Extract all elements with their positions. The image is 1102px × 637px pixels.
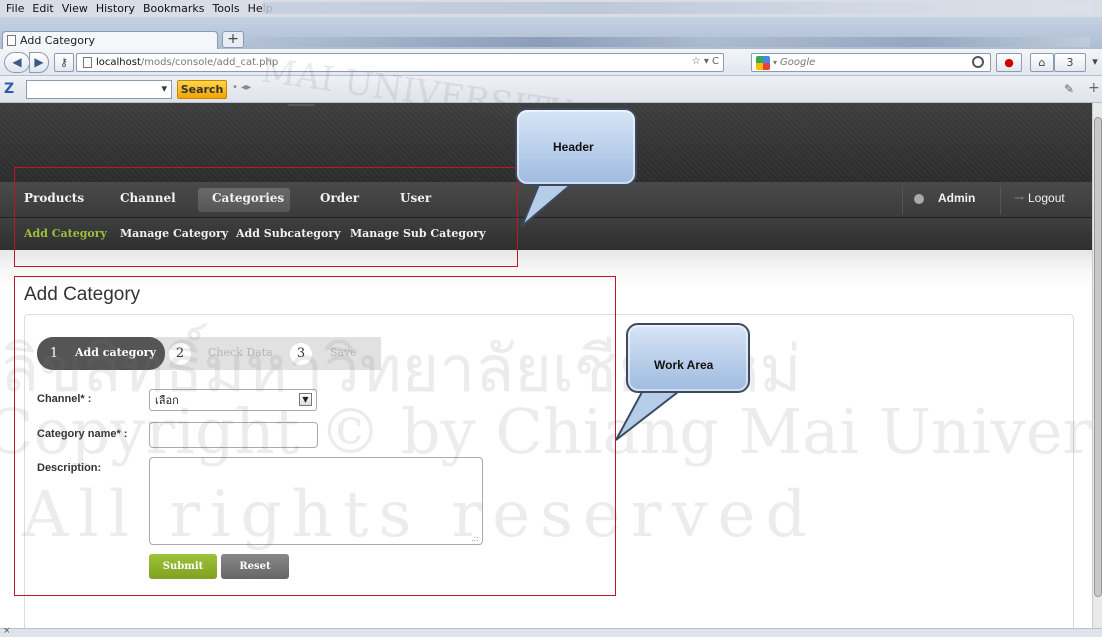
header-annotation-box — [14, 167, 518, 267]
back-button[interactable]: ◀ — [4, 52, 30, 73]
wrench-icon[interactable]: ✎ — [1064, 82, 1074, 96]
title-bar-blur — [262, 2, 1092, 14]
browser-tabbar: Add Category + — [0, 17, 1102, 49]
overflow-chevron-icon[interactable]: ▾ — [1090, 53, 1100, 72]
logout-link[interactable]: Logout — [1028, 191, 1065, 205]
status-bar: × — [0, 626, 1102, 637]
url-path: /mods/console/add_cat.php — [140, 57, 279, 68]
chevron-down-icon: ▾ — [773, 58, 778, 67]
site-icon — [83, 57, 92, 68]
header-logo — [288, 104, 314, 112]
home-icon[interactable]: ⌂ — [1030, 53, 1054, 72]
tab-strip-blur — [250, 37, 1090, 47]
toolbar-search-input[interactable] — [26, 80, 172, 99]
tab-title: Add Category — [20, 34, 96, 47]
search-engine-name: Google — [780, 57, 816, 68]
forward-arrow-icon: ▶ — [34, 55, 44, 69]
logout-arrow-icon: → — [1014, 191, 1025, 205]
back-arrow-icon: ◀ — [12, 55, 22, 69]
admin-user-name[interactable]: Admin — [938, 191, 975, 205]
toolbar-search-button[interactable]: Search — [177, 80, 227, 99]
user-icon — [914, 194, 924, 204]
scrollbar-thumb[interactable] — [1094, 117, 1102, 597]
badge-count: 3 — [1066, 56, 1074, 69]
nav-divider — [902, 186, 903, 214]
addon-icon[interactable]: ● — [996, 53, 1022, 72]
web-search-box[interactable]: ▾ Google — [751, 53, 991, 72]
close-icon[interactable]: × — [3, 626, 11, 636]
menu-history[interactable]: History — [96, 2, 135, 15]
badge-button[interactable]: 3 — [1054, 53, 1086, 72]
browser-tab[interactable]: Add Category — [2, 31, 218, 49]
url-bar[interactable]: localhost/mods/console/add_cat.php ☆ ▾ C — [76, 53, 724, 72]
page-icon — [7, 35, 16, 46]
key-icon[interactable]: ⚷ — [54, 53, 74, 72]
browser-navbar: ◀ ▶ ⚷ localhost/mods/console/add_cat.php… — [0, 49, 1102, 76]
plus-icon[interactable]: + — [1088, 80, 1100, 96]
new-tab-button[interactable]: + — [222, 31, 244, 48]
menu-view[interactable]: View — [62, 2, 88, 15]
google-icon — [756, 55, 770, 70]
browser-menubar: File Edit View History Bookmarks Tools H… — [0, 0, 1102, 17]
menu-edit[interactable]: Edit — [32, 2, 53, 15]
header-callout: Header — [515, 108, 637, 186]
zoom-logo-icon[interactable]: Z — [4, 81, 14, 97]
toolbar-extra-icon[interactable]: • ◂▸ — [232, 82, 251, 93]
menu-file[interactable]: File — [6, 2, 24, 15]
work-area-callout: Work Area — [626, 323, 750, 393]
nav-divider — [1000, 186, 1001, 214]
url-host: localhost — [96, 57, 141, 68]
forward-button[interactable]: ▶ — [29, 52, 49, 73]
search-icon[interactable] — [972, 56, 984, 68]
work-area-annotation-box — [14, 276, 616, 596]
vertical-scrollbar[interactable] — [1092, 103, 1102, 628]
menu-tools[interactable]: Tools — [212, 2, 239, 15]
addon-toolbar: Z Search • ◂▸ ✎ + — [0, 76, 1102, 103]
bookmark-star-icon[interactable]: ☆ ▾ C — [692, 56, 719, 67]
menu-bookmarks[interactable]: Bookmarks — [143, 2, 204, 15]
